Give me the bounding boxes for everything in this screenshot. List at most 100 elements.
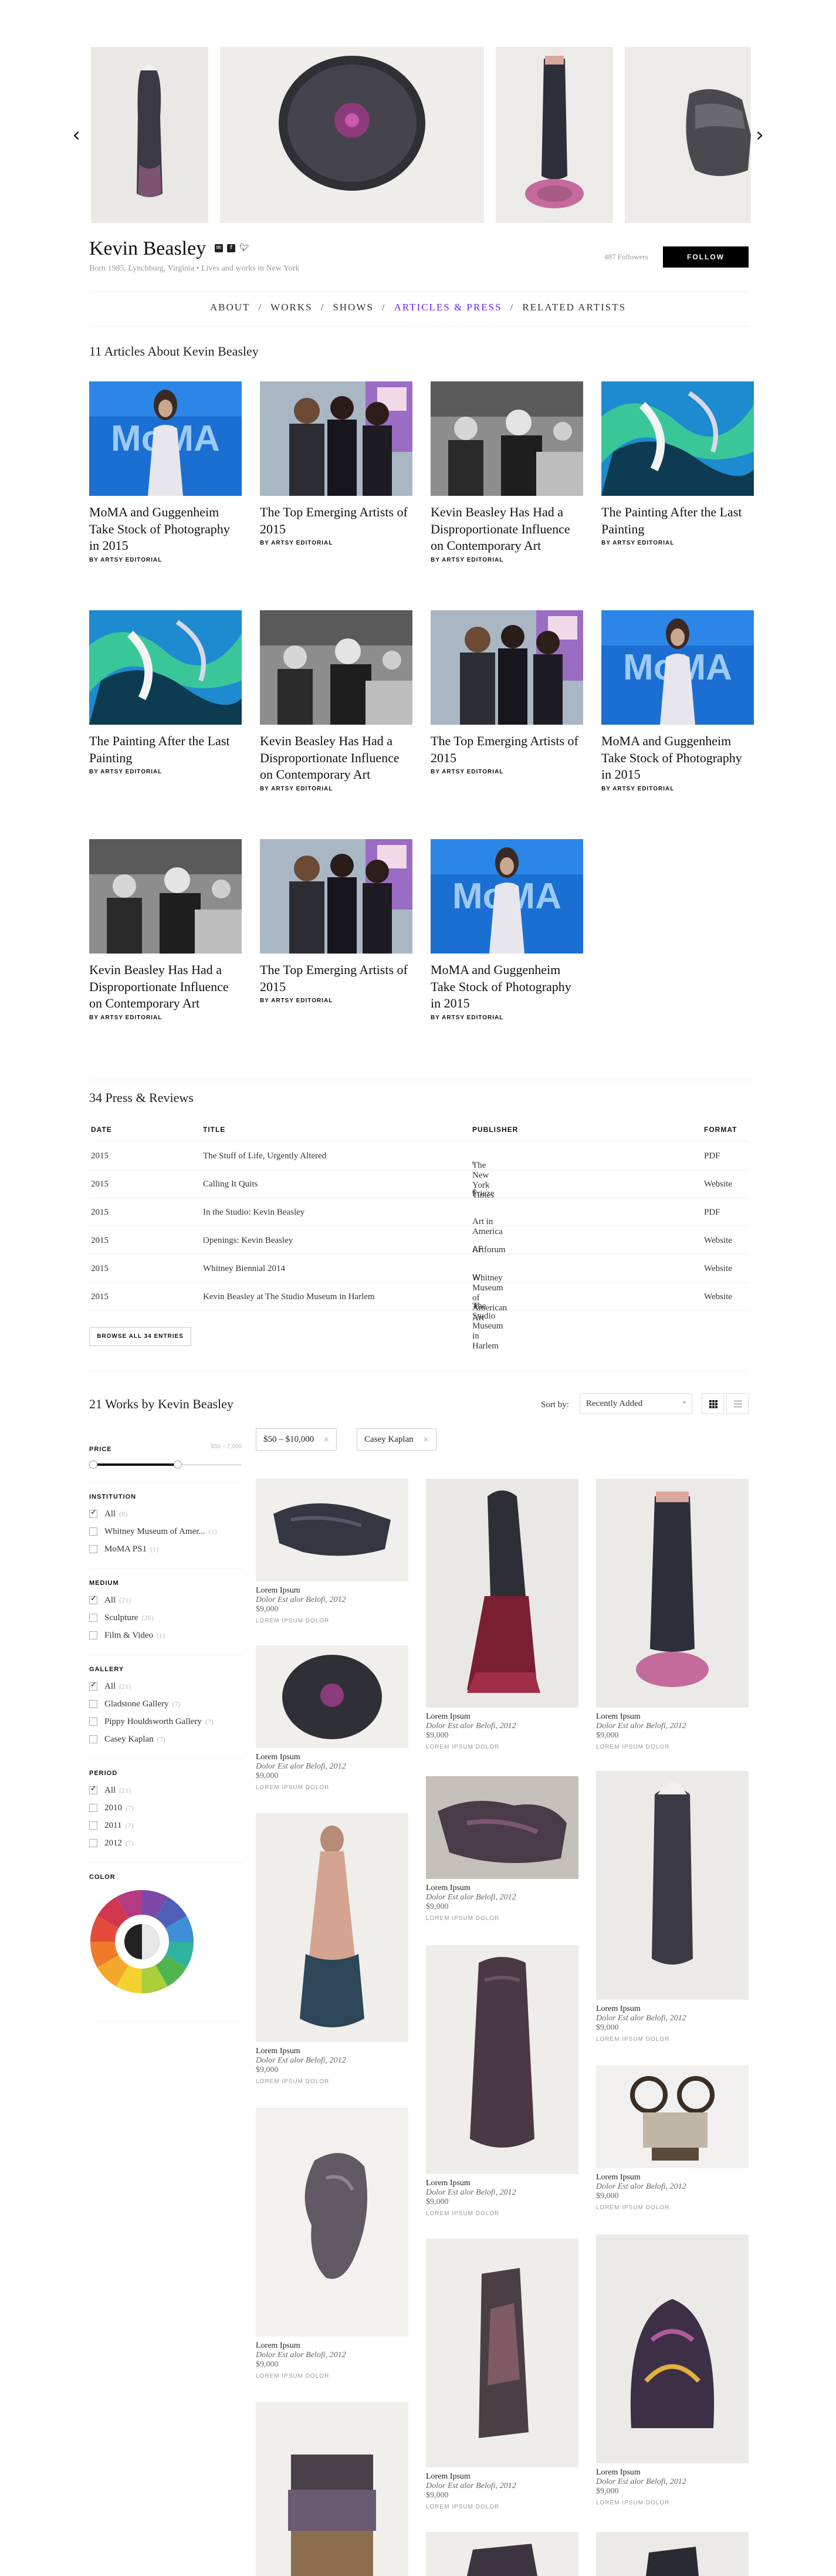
- carousel-slide[interactable]: [496, 47, 613, 223]
- press-title[interactable]: Whitney Biennial 2014: [203, 1264, 285, 1274]
- slider-handle-max[interactable]: [174, 1461, 182, 1469]
- table-row[interactable]: 2015 In the Studio: Kevin Beasley Art in …: [89, 1198, 749, 1236]
- sort-select[interactable]: Recently Added ▾: [580, 1393, 692, 1414]
- artwork-card[interactable]: Lorem Ipsum Dolor Est alor Belofi, 2012 $9…: [426, 1776, 578, 1922]
- color-wheel[interactable]: [89, 1889, 195, 1994]
- checkbox[interactable]: [89, 1594, 97, 1604]
- checkbox[interactable]: [89, 1631, 97, 1639]
- filter-option[interactable]: 2010 (7): [89, 1799, 242, 1817]
- artwork-title[interactable]: Dolor Est alor Belofi, 2012: [426, 1893, 578, 1902]
- article-title[interactable]: The Top Emerging Artists of 2015: [260, 962, 412, 995]
- tab-related-artists[interactable]: RELATED ARTISTS: [522, 302, 626, 313]
- tab-shows[interactable]: SHOWS: [333, 302, 374, 313]
- artwork-title[interactable]: Dolor Est alor Belofi, 2012: [256, 2056, 408, 2065]
- filter-option[interactable]: All(8): [89, 1505, 242, 1523]
- artwork-card[interactable]: Lorem Ipsum Dolor Est alor Belofi, 2012 $9…: [426, 1945, 578, 2217]
- checkbox[interactable]: [89, 1735, 97, 1743]
- press-format[interactable]: Website: [704, 1236, 732, 1246]
- artwork-artist[interactable]: Lorem Ipsum: [256, 1753, 408, 1762]
- artwork-artist[interactable]: Lorem Ipsum: [596, 2173, 749, 2182]
- filter-option[interactable]: 2011 (7): [89, 1817, 242, 1834]
- artwork-gallery[interactable]: LOREM IPSUM DOLOR: [596, 2205, 749, 2211]
- artwork-image[interactable]: [256, 1479, 408, 1581]
- article-card[interactable]: Kevin Beasley Has Had a Disproportionate…: [431, 381, 583, 563]
- article-card[interactable]: MoMA MoMA and Guggenheim Take Stock of Ph…: [89, 381, 242, 563]
- artwork-image[interactable]: [596, 2234, 749, 2463]
- checkbox[interactable]: [89, 1527, 97, 1536]
- artwork-artist[interactable]: Lorem Ipsum: [596, 2468, 749, 2477]
- article-title[interactable]: MoMA and Guggenheim Take Stock of Photog…: [89, 504, 242, 555]
- checkbox[interactable]: [89, 1784, 97, 1794]
- press-format[interactable]: Website: [704, 1179, 732, 1189]
- filter-option[interactable]: Gladstone Gallery (7): [89, 1695, 242, 1713]
- checkbox[interactable]: [89, 1508, 97, 1518]
- press-title[interactable]: Openings: Kevin Beasley: [203, 1236, 293, 1246]
- artwork-card[interactable]: Lorem Ipsum Dolor Est alor Belofi, 2012 $9…: [426, 2239, 578, 2510]
- article-title[interactable]: The Painting After the Last Painting: [89, 733, 242, 766]
- article-thumbnail[interactable]: [260, 839, 412, 954]
- artwork-image[interactable]: [596, 1771, 749, 2000]
- artwork-title[interactable]: Dolor Est alor Belofi, 2012: [596, 2182, 749, 2192]
- artwork-artist[interactable]: Lorem Ipsum: [426, 1884, 578, 1893]
- follow-button[interactable]: FOLLOW: [663, 246, 749, 268]
- artwork-artist[interactable]: Lorem Ipsum: [426, 2472, 578, 2482]
- artwork-title[interactable]: Dolor Est alor Belofi, 2012: [596, 2477, 749, 2487]
- article-thumbnail[interactable]: MoMA: [89, 381, 242, 496]
- carousel-next-icon[interactable]: ›: [751, 123, 769, 147]
- table-row[interactable]: 2015 Openings: Kevin Beasley AF Artforum We…: [89, 1226, 749, 1255]
- artwork-image[interactable]: [426, 2532, 578, 2576]
- artwork-card[interactable]: Lorem Ipsum Dolor Est alor Belofi, 2012 $9…: [596, 1479, 749, 1750]
- artwork-title[interactable]: Dolor Est alor Belofi, 2012: [426, 2482, 578, 2491]
- article-card[interactable]: The Painting After the Last Painting BY A…: [89, 610, 242, 775]
- artwork-image[interactable]: [256, 2402, 408, 2576]
- press-title[interactable]: Calling It Quits: [203, 1179, 258, 1189]
- artwork-gallery[interactable]: LOREM IPSUM DOLOR: [256, 1784, 408, 1791]
- checkbox[interactable]: [89, 1700, 97, 1708]
- artwork-image[interactable]: [596, 1479, 749, 1708]
- filter-option[interactable]: All(21): [89, 1591, 242, 1609]
- slider-handle-min[interactable]: [89, 1461, 97, 1469]
- artwork-image[interactable]: [596, 2532, 749, 2576]
- article-thumbnail[interactable]: MoMA: [431, 839, 583, 954]
- filter-option[interactable]: Casey Kaplan (7): [89, 1730, 242, 1748]
- article-card[interactable]: The Top Emerging Artists of 2015 BY ARTSY…: [431, 610, 583, 775]
- artwork-artist[interactable]: Lorem Ipsum: [256, 2047, 408, 2056]
- press-title[interactable]: In the Studio: Kevin Beasley: [203, 1208, 304, 1218]
- artwork-image[interactable]: [256, 1645, 408, 1748]
- carousel-prev-icon[interactable]: ‹: [67, 123, 85, 147]
- artwork-card[interactable]: [426, 2532, 578, 2576]
- article-card[interactable]: Kevin Beasley Has Had a Disproportionate…: [260, 610, 412, 792]
- article-card[interactable]: MoMA MoMA and Guggenheim Take Stock of Ph…: [601, 610, 754, 792]
- article-thumbnail[interactable]: [260, 610, 412, 725]
- filter-option[interactable]: All(21): [89, 1678, 242, 1695]
- article-thumbnail[interactable]: [89, 839, 242, 954]
- article-title[interactable]: The Painting After the Last Painting: [601, 504, 754, 537]
- press-title[interactable]: Kevin Beasley at The Studio Museum in Ha…: [203, 1292, 375, 1302]
- artwork-card[interactable]: [596, 2532, 749, 2576]
- close-icon[interactable]: ×: [423, 1435, 429, 1443]
- artwork-title[interactable]: Dolor Est alor Belofi, 2012: [256, 1595, 408, 1605]
- article-thumbnail[interactable]: [260, 381, 412, 496]
- artwork-card[interactable]: Lorem Ipsum Dolor Est alor Belofi, 2012 $9…: [426, 1479, 578, 1750]
- artwork-card[interactable]: Lorem Ipsum Dolor Est alor Belofi, 2012 $9…: [596, 2234, 749, 2506]
- artwork-image[interactable]: [426, 1479, 578, 1708]
- artwork-title[interactable]: Dolor Est alor Belofi, 2012: [596, 1722, 749, 1731]
- checkbox[interactable]: [89, 1681, 97, 1691]
- artwork-gallery[interactable]: LOREM IPSUM DOLOR: [426, 1744, 578, 1750]
- artwork-gallery[interactable]: LOREM IPSUM DOLOR: [596, 2500, 749, 2506]
- filter-option[interactable]: Whitney Museum of Amer... (1): [89, 1523, 242, 1540]
- email-icon[interactable]: ✉: [215, 244, 223, 252]
- article-card[interactable]: The Top Emerging Artists of 2015 BY ARTSY…: [260, 381, 412, 546]
- article-title[interactable]: Kevin Beasley Has Had a Disproportionate…: [260, 733, 412, 783]
- browse-all-button[interactable]: BROWSE ALL 34 ENTRIES: [89, 1327, 191, 1346]
- press-title[interactable]: The Stuff of Life, Urgently Altered: [203, 1151, 326, 1161]
- tab-works[interactable]: WORKS: [270, 302, 312, 313]
- twitter-icon[interactable]: 🐦︎: [239, 244, 249, 252]
- grid-view-button[interactable]: [702, 1393, 724, 1414]
- press-format[interactable]: Website: [704, 1264, 732, 1274]
- artwork-gallery[interactable]: LOREM IPSUM DOLOR: [596, 1744, 749, 1750]
- checkbox[interactable]: [89, 1804, 97, 1812]
- artwork-image[interactable]: [256, 2108, 408, 2337]
- filter-option[interactable]: Sculpture (20): [89, 1609, 242, 1627]
- carousel-slide[interactable]: [220, 47, 484, 223]
